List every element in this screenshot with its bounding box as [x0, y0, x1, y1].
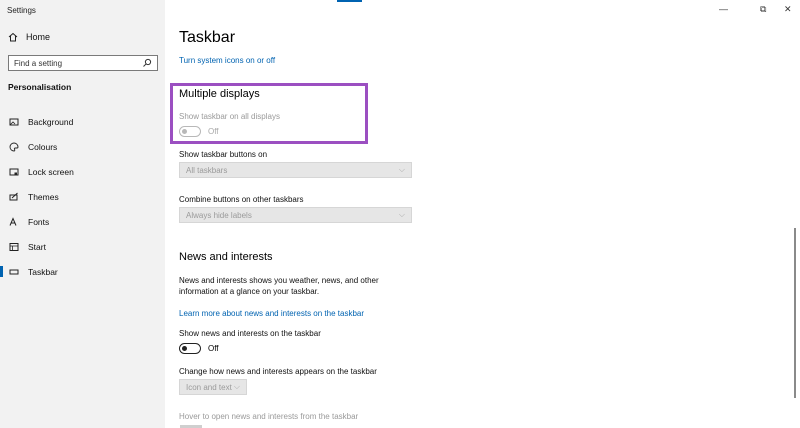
lock-screen-icon: [9, 167, 19, 177]
sidebar-item-label: Themes: [28, 191, 59, 202]
hover-open-label: Hover to open news and interests from th…: [179, 412, 359, 421]
buttons-on-label: Show taskbar buttons on: [179, 150, 268, 159]
dropdown-value: Always hide labels: [186, 210, 252, 220]
appearance-label: Change how news and interests appears on…: [179, 367, 377, 376]
close-button[interactable]: ✕: [784, 4, 792, 15]
combine-buttons-label: Combine buttons on other taskbars: [179, 195, 304, 204]
dropdown-value: Icon and text: [186, 382, 232, 392]
page-title: Taskbar: [179, 29, 236, 46]
minimize-button[interactable]: —: [719, 4, 728, 14]
sidebar-item-taskbar[interactable]: Taskbar: [0, 259, 165, 284]
home-label: Home: [26, 32, 51, 42]
show-taskbar-all-displays-label: Show taskbar on all displays: [179, 112, 280, 121]
sidebar-item-label: Start: [28, 241, 46, 252]
system-icons-link[interactable]: Turn system icons on or off: [179, 56, 275, 65]
news-heading: News and interests: [179, 251, 273, 263]
sidebar-item-background[interactable]: Background: [0, 109, 165, 134]
picture-icon: [9, 117, 19, 127]
combine-buttons-dropdown[interactable]: Always hide labels ⌵: [179, 207, 412, 223]
sidebar-item-colours[interactable]: Colours: [0, 134, 165, 159]
sidebar-nav: Background Colours Lock screen Themes Fo…: [0, 109, 165, 284]
home-link[interactable]: Home: [8, 32, 50, 42]
sidebar-item-label: Fonts: [28, 216, 50, 227]
home-icon: [8, 32, 18, 42]
maximize-button[interactable]: ⧉: [760, 4, 766, 15]
sidebar-item-label: Taskbar: [28, 266, 58, 277]
sidebar-item-label: Lock screen: [28, 166, 74, 177]
sidebar: Settings Home Personalisation Background…: [0, 0, 165, 428]
search-input[interactable]: [14, 58, 134, 68]
learn-more-link[interactable]: Learn more about news and interests on t…: [179, 309, 364, 318]
app-title: Settings: [7, 6, 36, 15]
multiple-displays-heading: Multiple displays: [179, 88, 260, 100]
sidebar-item-start[interactable]: Start: [0, 234, 165, 259]
sidebar-item-label: Colours: [28, 141, 58, 152]
section-label: Personalisation: [8, 82, 72, 92]
search-box[interactable]: [8, 55, 158, 71]
toggle-switch[interactable]: [179, 343, 201, 354]
show-news-toggle[interactable]: Off: [179, 343, 219, 354]
themes-icon: [9, 192, 19, 202]
chevron-down-icon: ⌵: [398, 165, 405, 174]
news-description: News and interests shows you weather, ne…: [179, 276, 379, 296]
toggle-state: Off: [208, 344, 219, 353]
sidebar-item-themes[interactable]: Themes: [0, 184, 165, 209]
dropdown-value: All taskbars: [186, 165, 228, 175]
taskbar-icon: [9, 267, 19, 277]
search-icon[interactable]: [142, 58, 152, 68]
scrollbar[interactable]: [794, 228, 796, 398]
appearance-dropdown[interactable]: Icon and text ⌵: [179, 379, 247, 395]
fonts-icon: [9, 216, 19, 227]
show-news-label: Show news and interests on the taskbar: [179, 329, 321, 338]
top-accent-line: [337, 0, 362, 2]
sidebar-item-label: Background: [28, 116, 74, 127]
sidebar-item-fonts[interactable]: Fonts: [0, 209, 165, 234]
toggle-switch[interactable]: [179, 126, 201, 137]
sidebar-item-lock-screen[interactable]: Lock screen: [0, 159, 165, 184]
palette-icon: [9, 142, 19, 152]
buttons-on-dropdown[interactable]: All taskbars ⌵: [179, 162, 412, 178]
start-icon: [9, 242, 19, 252]
show-taskbar-all-displays-toggle[interactable]: Off: [179, 126, 219, 137]
toggle-state: Off: [208, 127, 219, 136]
chevron-down-icon: ⌵: [398, 210, 405, 219]
chevron-down-icon: ⌵: [233, 382, 240, 391]
